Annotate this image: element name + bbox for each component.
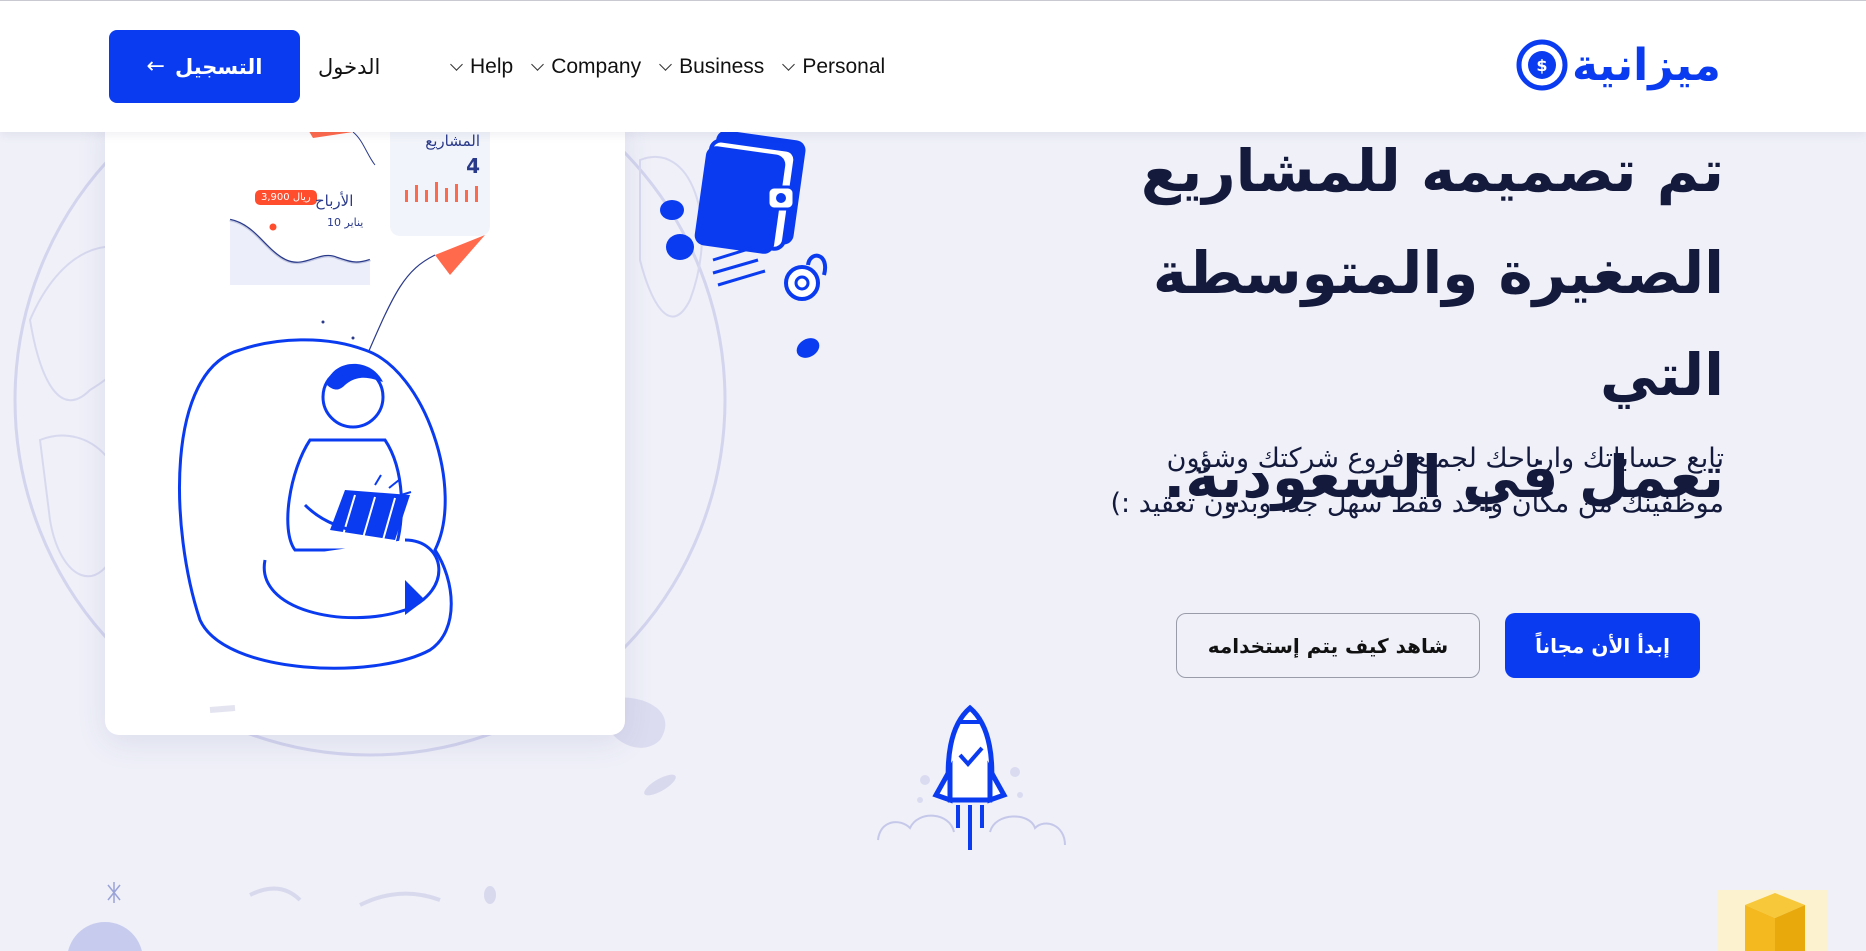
chevron-down-icon [659, 58, 672, 71]
nav-item-label: Help [470, 55, 514, 78]
nav-item-business[interactable]: Business [659, 55, 765, 79]
nav-item-label: Business [679, 55, 765, 78]
arrow-left-icon: ← [146, 54, 165, 79]
register-button[interactable]: ← التسجيل [109, 30, 300, 103]
chevron-down-icon [450, 58, 463, 71]
nav-item-label: Personal [802, 55, 886, 78]
register-label: التسجيل [174, 54, 263, 79]
wallet-illustration [660, 130, 828, 358]
site-logo[interactable]: $ ميزانية [1516, 35, 1722, 95]
svg-text:$: $ [1536, 56, 1547, 75]
site-header: ← التسجيل الدخول Help Company Business P… [0, 0, 1866, 132]
main-nav: Help Company Business Personal [450, 51, 905, 83]
mini-bar-chart [405, 182, 478, 202]
chevron-down-icon [531, 58, 545, 71]
nav-item-label: Company [551, 55, 642, 78]
dashboard-preview-card: المشاريع 4 3,900 ريال الأرباح 10 يناير [105, 110, 625, 735]
rocket-illustration [877, 704, 1066, 850]
dollar-coin-icon: $ [1516, 39, 1568, 91]
nav-item-help[interactable]: Help [450, 55, 514, 79]
login-link[interactable]: الدخول [318, 51, 380, 83]
nav-item-personal[interactable]: Personal [782, 55, 886, 79]
logo-text: ميزانية [1572, 39, 1722, 91]
nav-item-company[interactable]: Company [531, 55, 642, 79]
person-with-laptop-illustration [178, 118, 485, 713]
chevron-down-icon [782, 58, 796, 71]
